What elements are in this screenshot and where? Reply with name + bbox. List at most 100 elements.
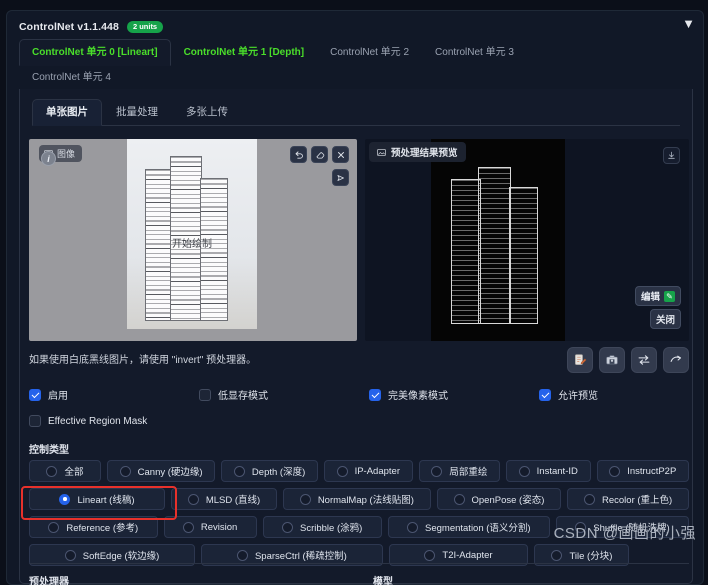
tab-unit-4[interactable]: ControlNet 单元 4 <box>19 65 124 90</box>
radio-dot <box>518 465 530 477</box>
options-row-1: 启用 低显存模式 完美像素模式 允许预览 <box>29 387 689 402</box>
radio-label: Recolor (重上色) <box>602 495 673 506</box>
radio-label: T2I-Adapter <box>442 549 493 561</box>
send-to-icon[interactable] <box>332 169 349 186</box>
radio-dot <box>584 493 595 505</box>
new-canvas-icon[interactable] <box>567 347 593 373</box>
invert-note: 如果使用白底黑线图片，请使用 "invert" 预处理器。 <box>29 355 257 366</box>
section-divider <box>29 563 689 564</box>
radio-canny[interactable]: Canny (硬边缘) <box>107 460 216 482</box>
edit-button-label: 编辑 <box>640 292 660 303</box>
checkbox-lowvram-box[interactable] <box>199 388 211 401</box>
tab-batch-process[interactable]: 批量处理 <box>102 99 172 125</box>
checkbox-enable-box[interactable] <box>29 388 41 401</box>
radio-inpaint[interactable]: 局部重绘 <box>418 460 501 482</box>
checkbox-effective-region-mask[interactable]: Effective Region Mask <box>29 415 147 427</box>
radio-label: Lineart (线稿) <box>77 495 135 506</box>
radio-reference[interactable]: Reference (参考) <box>29 516 158 538</box>
radio-dot <box>431 465 443 477</box>
radio-recolor[interactable]: Recolor (重上色) <box>567 488 690 510</box>
send-to-group <box>332 169 349 186</box>
checkbox-effective-region-mask-box[interactable] <box>29 415 41 427</box>
wire-tower-left <box>451 179 481 324</box>
radio-label: OpenPose (姿态) <box>471 495 545 506</box>
tab-unit-3[interactable]: ControlNet 单元 3 <box>422 39 527 65</box>
image-label-text: 图像 <box>57 149 76 159</box>
edit-button[interactable]: 编辑 ✎ <box>634 286 681 306</box>
wire-tower-right <box>509 187 538 324</box>
radio-dot <box>48 521 60 533</box>
camera-icon[interactable] <box>599 347 625 373</box>
radio-instant-id[interactable]: Instant-ID <box>506 460 591 482</box>
checkbox-allow-preview-label: 允许预览 <box>558 391 598 402</box>
radio-dot <box>551 549 563 561</box>
edit-pen-icon: ✎ <box>664 290 675 302</box>
controlnet-panel: ControlNet v1.1.448 2 units ▼ ControlNet… <box>6 10 704 585</box>
radio-label: SparseCtrl (稀疏控制) <box>254 551 347 562</box>
tab-unit-2[interactable]: ControlNet 单元 2 <box>317 39 422 65</box>
checkbox-lowvram-label: 低显存模式 <box>218 391 268 402</box>
tab-unit-0[interactable]: ControlNet 单元 0 [Lineart] <box>19 39 171 66</box>
radio-label: SoftEdge (软边缘) <box>82 551 160 562</box>
checkbox-allow-preview-box[interactable] <box>539 388 551 401</box>
radio-dot <box>182 521 194 533</box>
radio-dot <box>424 549 436 561</box>
tab-single-image[interactable]: 单张图片 <box>32 99 102 126</box>
radio-scribble[interactable]: Scribble (涂鸦) <box>262 516 382 538</box>
checkbox-pixel-perfect-box[interactable] <box>369 388 381 401</box>
radio-segmentation[interactable]: Segmentation (语义分割) <box>387 516 550 538</box>
controlnet-screen: ControlNet v1.1.448 2 units ▼ ControlNet… <box>0 0 708 585</box>
source-image-pane[interactable]: 开始绘制 图像 i <box>29 139 357 341</box>
radio-mlsd[interactable]: MLSD (直线) <box>171 488 277 510</box>
source-photo: 开始绘制 <box>127 139 257 329</box>
radio-lineart[interactable]: Lineart (线稿) <box>29 488 165 510</box>
radio-label: Revision <box>200 521 238 533</box>
info-icon[interactable]: i <box>41 151 56 166</box>
arrow-right-icon[interactable] <box>663 347 689 373</box>
radio-revision[interactable]: Revision <box>163 516 257 538</box>
radio-all[interactable]: 全部 <box>29 460 101 482</box>
radio-label: Segmentation (语义分割) <box>425 523 531 534</box>
checkbox-lowvram[interactable]: 低显存模式 <box>199 387 369 402</box>
tab-multi-upload[interactable]: 多张上传 <box>172 99 242 125</box>
preprocess-preview-pane[interactable]: 预处理结果预览 编辑 ✎ 关闭 <box>365 139 689 341</box>
radio-label: MLSD (直线) <box>205 495 261 506</box>
clear-icon[interactable] <box>332 146 349 163</box>
chevron-down-icon[interactable]: ▼ <box>682 17 695 30</box>
radio-dot <box>236 549 248 561</box>
radio-label: Tile (分块) <box>569 551 613 562</box>
preview-label-text: 预处理结果预览 <box>391 148 458 159</box>
radio-label: NormalMap (法线贴图) <box>317 495 414 506</box>
checkbox-enable[interactable]: 启用 <box>29 387 199 402</box>
model-label: 模型 <box>373 577 393 585</box>
download-icon[interactable] <box>663 147 680 164</box>
radio-label: 全部 <box>64 467 84 478</box>
picture-icon <box>377 148 386 156</box>
control-type-row-1: 全部 Canny (硬边缘) Depth (深度) IP-Adapter 局部重… <box>29 460 689 482</box>
radio-instructp2p[interactable]: InstructP2P <box>596 460 689 482</box>
radio-label: Shuffle (随机洗牌) <box>593 523 670 534</box>
panel-header: ControlNet v1.1.448 2 units ▼ <box>7 11 703 37</box>
radio-shuffle[interactable]: Shuffle (随机洗牌) <box>555 516 690 538</box>
eraser-icon[interactable] <box>311 146 328 163</box>
checkbox-allow-preview[interactable]: 允许预览 <box>539 387 598 402</box>
wire-tower-center <box>478 167 511 324</box>
radio-dot <box>453 493 465 505</box>
swap-icon[interactable] <box>631 347 657 373</box>
undo-icon[interactable] <box>290 146 307 163</box>
radio-depth[interactable]: Depth (深度) <box>221 460 318 482</box>
tab-unit-1[interactable]: ControlNet 单元 1 [Depth] <box>171 39 318 65</box>
radio-label: InstructP2P <box>627 465 677 477</box>
radio-label: Instant-ID <box>536 465 578 477</box>
checkbox-pixel-perfect[interactable]: 完美像素模式 <box>369 387 539 402</box>
control-type-radio-group: 全部 Canny (硬边缘) Depth (深度) IP-Adapter 局部重… <box>29 460 690 572</box>
close-button-label: 关闭 <box>655 315 675 326</box>
control-type-row-2: Lineart (线稿) MLSD (直线) NormalMap (法线贴图) … <box>29 488 690 510</box>
radio-dot <box>575 521 587 533</box>
preprocessor-label: 预处理器 <box>29 577 69 585</box>
radio-ip-adapter[interactable]: IP-Adapter <box>323 460 413 482</box>
radio-label: Canny (硬边缘) <box>137 467 203 478</box>
radio-openpose[interactable]: OpenPose (姿态) <box>436 488 562 510</box>
radio-normalmap[interactable]: NormalMap (法线贴图) <box>283 488 431 510</box>
close-button[interactable]: 关闭 <box>649 309 681 329</box>
